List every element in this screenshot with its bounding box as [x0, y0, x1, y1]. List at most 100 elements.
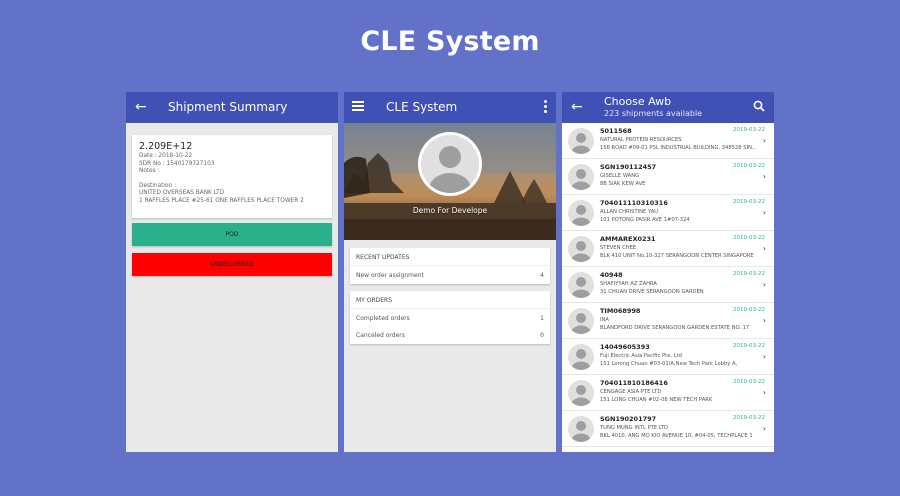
recipient-name: SHAFIYYAH AZ ZAHRA [600, 281, 657, 287]
awb-code: 5011568 [600, 127, 632, 135]
profile-avatar[interactable] [418, 132, 482, 196]
avatar [568, 200, 594, 226]
row-label: Canceled orders [356, 332, 405, 339]
awb-code: SGN190201797 [600, 415, 657, 423]
user-name: Demo For Develope [412, 206, 488, 215]
shipment-date: Date : 2018-10-22 [139, 153, 193, 159]
pod-button[interactable]: POD [132, 223, 332, 246]
awb-number: 2.209E+12 [139, 141, 193, 152]
avatar [568, 344, 594, 370]
list-item[interactable]: 704011810186416 2019-03-22 CENGAGE ASIA PT… [562, 375, 774, 411]
undelivered-button[interactable]: UNDELIVERED [132, 253, 332, 276]
chevron-right-icon: › [762, 172, 766, 181]
page-title: CLE System [360, 26, 540, 57]
recipient-name: ALLAN CHRISTINE YAU [600, 209, 659, 215]
list-item[interactable]: 14049605393 2019-03-22 Fuji Electric Asia … [562, 339, 774, 375]
awb-date: 2019-03-22 [733, 343, 765, 349]
row-label: New order assignment [356, 272, 424, 279]
row-count: 0 [540, 332, 544, 339]
my-orders-header: MY ORDERS [350, 291, 550, 309]
sdr-number: SDR No : 1540179727103 [139, 160, 215, 167]
app-bar: CLE System [344, 92, 556, 123]
recipient-address: 31 CHUAN DRIVE SERANGOON GARDEN [600, 289, 704, 295]
avatar [568, 380, 594, 406]
awb-date: 2019-03-22 [733, 415, 765, 421]
destination-address: 1 RAFFLES PLACE #25-61 ONE RAFFLES PLACE… [139, 197, 304, 204]
recipient-name: GISELLE WANG [600, 173, 640, 179]
shipment-card: 2.209E+12 Date : 2018-10-22 SDR No : 154… [132, 135, 332, 218]
choose-awb-screen: ← Choose Awb 223 shipments available 501… [562, 92, 774, 452]
list-item[interactable]: SGN190201797 2019-03-22 TUNG MUNG INTL PTE… [562, 411, 774, 447]
recipient-name: INA [600, 317, 609, 323]
arrow-back-icon[interactable]: ← [135, 98, 147, 116]
awb-list: 5011568 2019-03-22 NATURAL PROTEIN RESOURC… [562, 123, 774, 447]
awb-date: 2019-03-22 [733, 163, 765, 169]
row-label: Completed orders [356, 315, 410, 322]
recipient-name: NATURAL PROTEIN RESOURCES [600, 137, 682, 143]
arrow-back-icon[interactable]: ← [571, 99, 583, 115]
avatar [568, 416, 594, 442]
my-orders-card: MY ORDERS Completed orders 1 Canceled or… [350, 291, 550, 344]
hamburger-icon[interactable] [352, 101, 364, 111]
awb-date: 2019-03-22 [733, 271, 765, 277]
recipient-address: BLK 410 UNIT No.10-327 SERANGOON CENTER … [600, 253, 754, 259]
recent-updates-header: RECENT UPDATES [350, 248, 550, 266]
awb-date: 2019-03-22 [733, 307, 765, 313]
awb-code: SGN190112457 [600, 163, 657, 171]
recipient-address: 151 Lorong Chuan #03-01/A,New Tech Park … [600, 361, 738, 367]
screen-title: Shipment Summary [168, 100, 288, 114]
more-vert-icon[interactable] [544, 100, 547, 115]
awb-code: 704011110310316 [600, 199, 668, 207]
avatar [568, 164, 594, 190]
list-item[interactable]: SGN190112457 2019-03-22 GISELLE WANG 8B SIA… [562, 159, 774, 195]
list-item[interactable]: TIM068998 2019-03-22 INA BLANDFORD DRIVE SE… [562, 303, 774, 339]
app-bar: ← Choose Awb 223 shipments available [562, 92, 774, 123]
chevron-right-icon: › [762, 316, 766, 325]
awb-code: 14049605393 [600, 343, 650, 351]
screen-title: Choose Awb [604, 95, 672, 108]
recipient-address: 151 LONG CHUAN #02-08 NEW TECH PARK [600, 397, 713, 403]
screen-subtitle: 223 shipments available [604, 109, 703, 118]
destination-name: UNITED OVERSEAS BANK LTD [139, 190, 225, 197]
chevron-right-icon: › [762, 208, 766, 217]
screen-title: CLE System [386, 100, 458, 114]
recipient-address: 156 ROAD #09-01 PSL INDUSTRIAL BUILDING,… [600, 145, 757, 151]
chevron-right-icon: › [762, 424, 766, 433]
awb-code: AMMAREX0231 [600, 235, 656, 243]
awb-date: 2019-03-22 [733, 379, 765, 385]
row-count: 4 [540, 272, 544, 279]
dashboard-screen: CLE System Demo For Develope RECENT UPDA… [344, 92, 556, 452]
chevron-right-icon: › [762, 352, 766, 361]
list-item[interactable]: 40948 2019-03-22 SHAFIYYAH AZ ZAHRA 31 CHUA… [562, 267, 774, 303]
recipient-address: BLANDFORD DRIVE SERANGOON GARDEN ESTATE … [600, 325, 750, 331]
awb-code: 40948 [600, 271, 623, 279]
list-item[interactable]: Completed orders 1 [350, 309, 550, 326]
recipient-name: Fuji Electric Asia Pacific Pte. Ltd [600, 353, 682, 359]
chevron-right-icon: › [762, 388, 766, 397]
avatar [568, 308, 594, 334]
recipient-address: 101 POTONG PASIR AVE 1#07-324 [600, 217, 690, 223]
recent-updates-card: RECENT UPDATES New order assignment 4 [350, 248, 550, 284]
list-item[interactable]: 704011110310316 2019-03-22 ALLAN CHRISTINE… [562, 195, 774, 231]
awb-date: 2019-03-22 [733, 199, 765, 205]
notes: Notes : [139, 168, 160, 175]
awb-date: 2019-03-22 [733, 127, 765, 133]
recipient-name: STEVEN CHEE [600, 245, 637, 251]
search-icon[interactable] [753, 100, 765, 112]
row-count: 1 [540, 315, 544, 322]
recipient-address: BKL 4010, ANG MO KIO AVENUE 10, #04-05, … [600, 433, 753, 439]
chevron-right-icon: › [762, 136, 766, 145]
avatar [568, 128, 594, 154]
chevron-right-icon: › [762, 280, 766, 289]
avatar [568, 236, 594, 262]
chevron-right-icon: › [762, 244, 766, 253]
list-item[interactable]: New order assignment 4 [350, 266, 550, 283]
profile-header: Demo For Develope [344, 123, 556, 240]
list-item[interactable]: AMMAREX0231 2019-03-22 STEVEN CHEE BLK 410 … [562, 231, 774, 267]
list-item[interactable]: Canceled orders 0 [350, 326, 550, 343]
shipment-summary-screen: ← Shipment Summary 2.209E+12 Date : 2018… [126, 92, 338, 452]
recipient-name: TUNG MUNG INTL PTE LTD [600, 425, 669, 431]
list-item[interactable]: 5011568 2019-03-22 NATURAL PROTEIN RESOURC… [562, 123, 774, 159]
avatar [568, 272, 594, 298]
destination-label: Destination : [139, 182, 177, 189]
